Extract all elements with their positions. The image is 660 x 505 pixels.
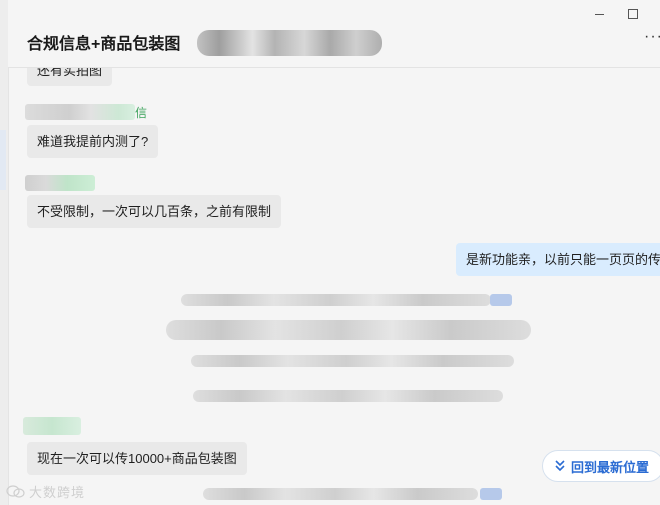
- sender-name-redacted: [23, 417, 81, 435]
- chat-window: 合规信息+商品包装图 ··· 还有实拍图 信 难道我提前内测了? 不受限制，一次…: [0, 0, 660, 505]
- wechat-icon: [6, 484, 26, 499]
- message-text: 是新功能亲，以前只能一页页的传: [466, 252, 660, 267]
- sender-name-redacted: [25, 175, 95, 191]
- redacted-line: [166, 320, 531, 340]
- sender-name-suffix: 信: [135, 106, 148, 120]
- message-bubble-incoming[interactable]: 现在一次可以传10000+商品包装图: [27, 442, 247, 475]
- chat-title: 合规信息+商品包装图: [27, 36, 181, 53]
- title-bar: 合规信息+商品包装图 ···: [8, 0, 660, 68]
- redacted-line: [181, 294, 491, 306]
- scroll-to-latest-button[interactable]: 回到最新位置: [541, 450, 660, 482]
- redacted-line: [191, 355, 514, 367]
- minimize-button[interactable]: [590, 5, 608, 23]
- message-text: 难道我提前内测了?: [37, 134, 149, 149]
- message-bubble-incoming[interactable]: 难道我提前内测了?: [27, 125, 159, 158]
- message-bubble-outgoing[interactable]: 是新功能亲，以前只能一页页的传: [456, 243, 660, 276]
- message-bubble-incoming[interactable]: 还有实拍图: [27, 68, 113, 86]
- left-panel-selection: [0, 130, 6, 190]
- redacted-accent: [490, 294, 512, 306]
- watermark-text: 大数跨境: [29, 485, 86, 500]
- sender-name-redacted: [25, 104, 135, 120]
- scroll-to-latest-label: 回到最新位置: [570, 459, 649, 475]
- redacted-line: [203, 488, 478, 500]
- maximize-button[interactable]: [624, 5, 642, 23]
- message-text: 还有实拍图: [37, 68, 103, 78]
- message-text: 不受限制，一次可以几百条，之前有限制: [37, 204, 272, 219]
- message-text: 现在一次可以传10000+商品包装图: [37, 451, 237, 466]
- message-list[interactable]: 还有实拍图 信 难道我提前内测了? 不受限制，一次可以几百条，之前有限制 是新功…: [8, 68, 660, 505]
- message-bubble-incoming[interactable]: 不受限制，一次可以几百条，之前有限制: [27, 195, 282, 228]
- double-chevron-down-icon: [555, 460, 565, 472]
- maximize-icon: [628, 9, 638, 19]
- redacted-line: [193, 390, 503, 402]
- more-options-button[interactable]: ···: [644, 28, 660, 48]
- minimize-icon: [594, 13, 604, 15]
- redacted-accent: [480, 488, 502, 500]
- watermark: 大数跨境: [6, 482, 85, 501]
- redacted-title-suffix: [197, 30, 382, 56]
